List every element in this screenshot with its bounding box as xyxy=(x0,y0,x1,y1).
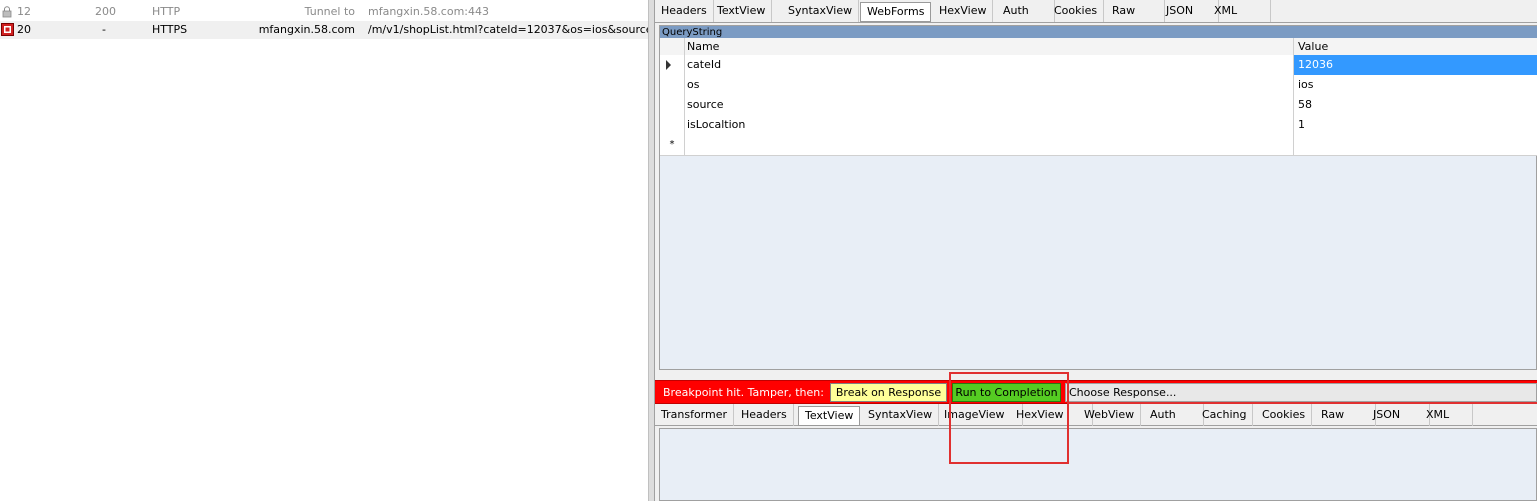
tab-caching[interactable]: Caching xyxy=(1196,404,1254,426)
session-protocol: HTTPS xyxy=(152,23,188,36)
choose-response-dropdown[interactable]: Choose Response... xyxy=(1065,383,1537,402)
row-selector[interactable] xyxy=(660,115,685,135)
cell-name[interactable] xyxy=(684,135,1294,155)
cell-value[interactable]: 58 xyxy=(1294,95,1537,115)
grid-row[interactable]: os ios xyxy=(660,75,1537,96)
breakpoint-message: Breakpoint hit. Tamper, then: xyxy=(663,386,824,399)
session-host: mfangxin.58.com xyxy=(258,23,355,36)
tab-textview[interactable]: TextView xyxy=(711,0,773,22)
row-selector[interactable] xyxy=(660,95,685,115)
session-url: /m/v1/shopList.html?cateId=12037&os=ios&… xyxy=(368,23,648,36)
session-url: mfangxin.58.com:443 xyxy=(368,5,490,18)
tab-raw[interactable]: Raw xyxy=(1106,0,1165,22)
cell-name[interactable]: os xyxy=(684,75,1294,95)
session-result: 200 xyxy=(95,5,116,18)
tab-syntaxview[interactable]: SyntaxView xyxy=(782,0,860,22)
grid-header-row: Name Value xyxy=(660,38,1537,56)
session-host: Tunnel to xyxy=(304,5,355,18)
tab-hexview[interactable]: HexView xyxy=(933,0,994,22)
break-on-response-button[interactable]: Break on Response xyxy=(830,383,947,402)
session-list: 12 200 HTTP Tunnel to mfangxin.58.com:44… xyxy=(0,0,649,501)
tab-xml[interactable]: XML xyxy=(1420,404,1473,426)
row-selector[interactable] xyxy=(660,55,685,75)
session-result: - xyxy=(102,23,106,36)
session-row[interactable]: 20 - HTTPS mfangxin.58.com /m/v1/shopLis… xyxy=(0,21,648,39)
cell-name[interactable]: cateId xyxy=(684,55,1294,75)
cell-value[interactable] xyxy=(1294,135,1537,155)
tab-textview[interactable]: TextView xyxy=(798,406,861,426)
tab-webforms[interactable]: WebForms xyxy=(860,2,932,22)
cell-value[interactable]: 12036 xyxy=(1294,55,1537,75)
column-header-name[interactable]: Name xyxy=(684,38,1294,55)
tab-cookies[interactable]: Cookies xyxy=(1256,404,1313,426)
tab-headers[interactable]: Headers xyxy=(655,0,714,22)
response-text-area[interactable] xyxy=(659,428,1537,501)
response-tab-strip: Transformer Headers TextView SyntaxView … xyxy=(655,404,1537,426)
breakpoint-icon xyxy=(1,23,14,36)
grid-row[interactable]: isLocaltion 1 xyxy=(660,115,1537,136)
column-header-value[interactable]: Value xyxy=(1294,38,1537,55)
session-row[interactable]: 12 200 HTTP Tunnel to mfangxin.58.com:44… xyxy=(0,3,648,21)
tab-webview[interactable]: WebView xyxy=(1078,404,1142,426)
cell-value[interactable]: ios xyxy=(1294,75,1537,95)
session-number: 20 xyxy=(17,23,31,36)
row-selector[interactable] xyxy=(660,75,685,95)
grid-row[interactable]: source 58 xyxy=(660,95,1537,116)
grid-new-row[interactable]: * xyxy=(660,135,1537,156)
breakpoint-bar: Breakpoint hit. Tamper, then: Break on R… xyxy=(655,380,1537,404)
tab-headers[interactable]: Headers xyxy=(735,404,794,426)
tab-transformer[interactable]: Transformer xyxy=(655,404,735,426)
cell-value[interactable]: 1 xyxy=(1294,115,1537,135)
request-tab-strip: Headers TextView SyntaxView WebForms Hex… xyxy=(655,0,1537,23)
lock-icon xyxy=(2,6,12,18)
session-number: 12 xyxy=(17,5,31,18)
current-row-arrow-icon xyxy=(666,60,671,70)
tab-auth[interactable]: Auth xyxy=(997,0,1055,22)
cell-name[interactable]: source xyxy=(684,95,1294,115)
grid-row[interactable]: cateId 12036 xyxy=(660,55,1537,76)
tab-xml[interactable]: XML xyxy=(1208,0,1271,22)
tab-syntaxview[interactable]: SyntaxView xyxy=(862,404,940,426)
tab-auth[interactable]: Auth xyxy=(1144,404,1204,426)
session-protocol: HTTP xyxy=(152,5,181,18)
cell-name[interactable]: isLocaltion xyxy=(684,115,1294,135)
run-to-completion-button[interactable]: Run to Completion xyxy=(952,383,1061,402)
new-row-marker: * xyxy=(660,135,685,155)
tab-cookies[interactable]: Cookies xyxy=(1048,0,1105,22)
